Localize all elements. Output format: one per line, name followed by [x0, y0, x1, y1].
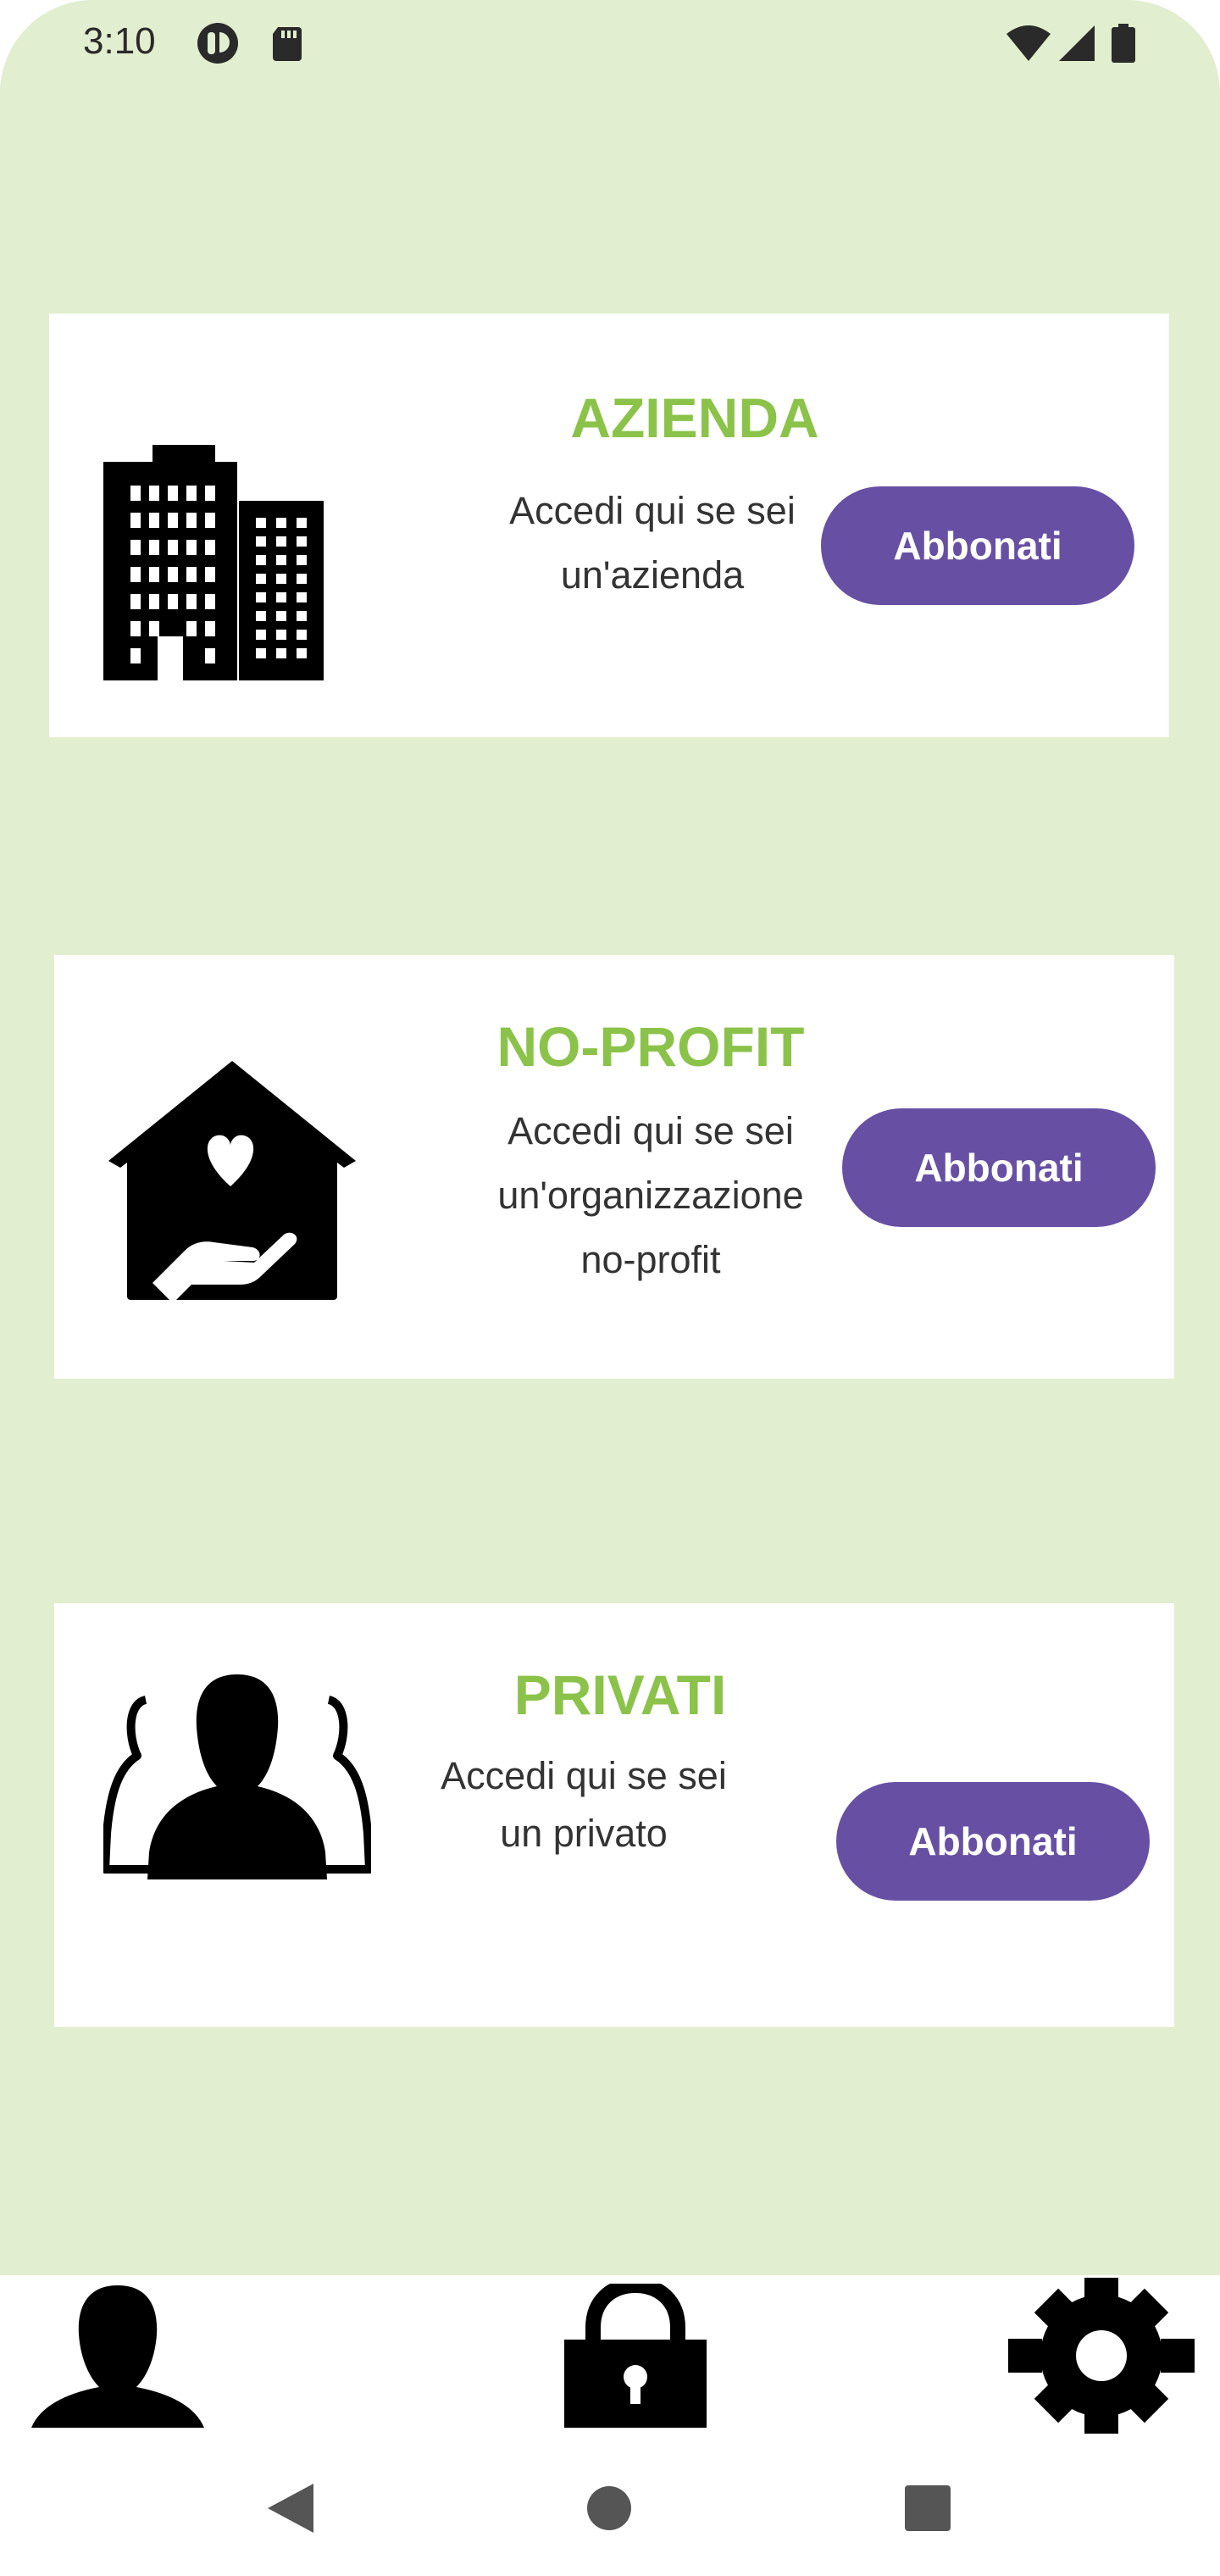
nav-item-settings[interactable] — [983, 2275, 1220, 2436]
gear-icon — [1008, 2278, 1195, 2434]
card-title: AZIENDA — [570, 386, 819, 449]
nav-item-profile[interactable] — [0, 2275, 237, 2436]
card-description: Accedi qui se sei un'organizzazione no-p… — [497, 1109, 804, 1281]
card-privati: PRIVATI Accedi qui se sei un privato Abb… — [54, 1603, 1174, 2027]
wifi-icon — [1006, 25, 1051, 61]
battery-icon — [1112, 24, 1135, 63]
azienda-subscribe-button[interactable]: Abbonati — [821, 486, 1134, 605]
card-title: PRIVATI — [513, 1663, 727, 1726]
cellular-signal-icon — [1059, 25, 1095, 61]
status-bar: 3:10 — [0, 0, 1220, 85]
user-icon — [31, 2285, 204, 2428]
card-description: Accedi qui se sei un'azienda — [509, 489, 796, 597]
people-group-icon — [103, 1674, 371, 1879]
card-description: Accedi qui se sei un privato — [441, 1754, 727, 1855]
home-icon[interactable] — [580, 2479, 639, 2538]
back-icon[interactable] — [261, 2479, 320, 2538]
recents-icon[interactable] — [898, 2479, 957, 2538]
lock-icon — [564, 2284, 707, 2428]
app-notification-icon — [197, 23, 238, 64]
card-no-profit: NO-PROFIT Accedi qui se sei un'organizza… — [54, 955, 1174, 1379]
no-profit-subscribe-button[interactable]: Abbonati — [842, 1108, 1156, 1227]
card-azienda: AZIENDA Accedi qui se sei un'azienda Abb… — [49, 314, 1169, 737]
bottom-navigation — [0, 2275, 1220, 2436]
sd-card-icon — [273, 27, 302, 61]
office-building-icon — [103, 445, 324, 680]
house-heart-hand-icon — [108, 1061, 356, 1300]
status-time: 3:10 — [83, 20, 156, 62]
privati-subscribe-button[interactable]: Abbonati — [836, 1782, 1150, 1901]
nav-item-lock[interactable] — [525, 2275, 746, 2436]
card-title: NO-PROFIT — [496, 1015, 805, 1078]
